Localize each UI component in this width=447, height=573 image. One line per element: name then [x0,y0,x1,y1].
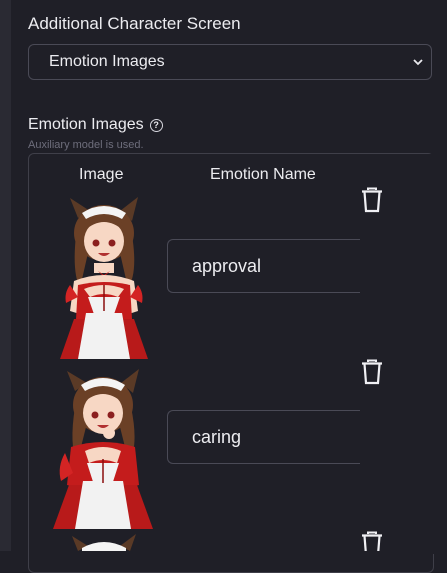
question-circle-icon[interactable]: ? [149,118,163,132]
trash-icon[interactable] [360,187,384,213]
emotion-name-value: caring [192,426,242,447]
emotion-image-thumbnail[interactable] [48,193,160,359]
section-title: Additional Character Screen [28,14,241,33]
emotion-name-value: approval [192,255,262,276]
column-header-emotion-name: Emotion Name [210,166,316,183]
left-scrollbar-track [0,0,11,551]
emotion-image-thumbnail[interactable] [47,363,159,529]
emotion-images-title: Emotion Images [28,116,144,133]
select-value: Emotion Images [49,53,165,70]
panel-right-area [360,154,434,554]
column-header-image: Image [79,166,124,183]
emotion-images-label: Emotion Images ? [28,116,163,134]
screen-type-select[interactable]: Emotion Images [28,44,432,80]
emotion-images-subtitle: Auxiliary model is used. [28,139,144,151]
chevron-down-icon [413,57,423,67]
emotion-name-input[interactable]: approval [167,239,367,293]
trash-icon[interactable] [360,359,384,385]
emotion-name-input[interactable]: caring [167,410,367,464]
emotion-image-thumbnail[interactable] [48,532,160,551]
trash-icon[interactable] [360,531,384,551]
